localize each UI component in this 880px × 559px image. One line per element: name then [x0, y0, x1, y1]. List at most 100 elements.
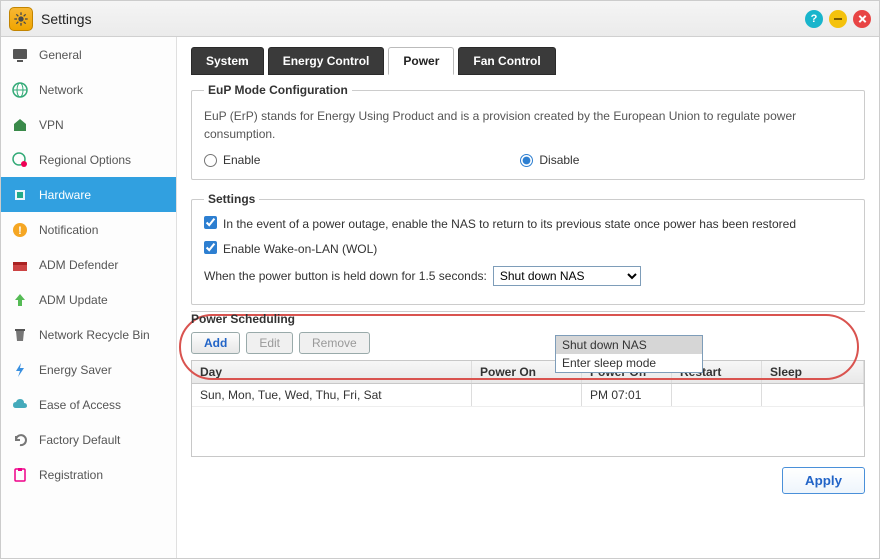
arrow-up-icon	[11, 291, 29, 309]
power-scheduling-section: Power Scheduling Add Edit Remove Day Pow…	[191, 311, 865, 457]
table-row[interactable]: Sun, Mon, Tue, Wed, Thu, Fri, Sat PM 07:…	[192, 384, 864, 407]
grid-body: Sun, Mon, Tue, Wed, Thu, Fri, Sat PM 07:…	[192, 384, 864, 456]
sidebar-item-label: Regional Options	[39, 153, 131, 167]
sidebar-item-vpn[interactable]: VPN	[1, 107, 176, 142]
eup-enable-radio[interactable]	[204, 154, 217, 167]
sidebar-item-recyclebin[interactable]: Network Recycle Bin	[1, 317, 176, 352]
sidebar-item-label: VPN	[39, 118, 64, 132]
outage-checkbox[interactable]	[204, 216, 217, 229]
sidebar-item-label: Energy Saver	[39, 363, 112, 377]
cell-day: Sun, Mon, Tue, Wed, Thu, Fri, Sat	[192, 384, 472, 406]
hold-action-dropdown-list: Shut down NAS Enter sleep mode	[555, 335, 703, 373]
minimize-button[interactable]	[829, 10, 847, 28]
footer: Apply	[191, 457, 865, 494]
sidebar-item-notification[interactable]: ! Notification	[1, 212, 176, 247]
window-title: Settings	[41, 11, 805, 27]
sidebar-item-regional[interactable]: Regional Options	[1, 142, 176, 177]
cell-power-on	[472, 384, 582, 406]
sidebar-item-general[interactable]: General	[1, 37, 176, 72]
eup-disable-label: Disable	[539, 153, 579, 167]
app-icon	[9, 7, 33, 31]
col-sleep[interactable]: Sleep	[762, 361, 864, 383]
scheduling-buttons: Add Edit Remove	[191, 332, 865, 354]
clipboard-icon	[11, 466, 29, 484]
power-scheduling-legend: Power Scheduling	[191, 311, 865, 326]
tab-system[interactable]: System	[191, 47, 264, 75]
hold-label: When the power button is held down for 1…	[204, 269, 487, 283]
col-day[interactable]: Day	[192, 361, 472, 383]
sidebar-item-label: Hardware	[39, 188, 91, 202]
sidebar-item-label: Ease of Access	[39, 398, 121, 412]
dropdown-option-sleep[interactable]: Enter sleep mode	[556, 354, 702, 372]
wol-row: Enable Wake-on-LAN (WOL)	[204, 241, 852, 258]
sidebar-item-label: Network	[39, 83, 83, 97]
monitor-icon	[11, 46, 29, 64]
scheduling-grid: Day Power On Power Off Restart Sleep Sun…	[191, 360, 865, 457]
close-button[interactable]	[853, 10, 871, 28]
sidebar: General Network VPN Regional Options Har…	[1, 37, 177, 558]
dropdown-option-shutdown[interactable]: Shut down NAS	[556, 336, 702, 354]
sidebar-item-label: ADM Defender	[39, 258, 118, 272]
apply-button[interactable]: Apply	[782, 467, 865, 494]
eup-enable-option[interactable]: Enable	[204, 153, 260, 167]
titlebar-actions: ?	[805, 10, 871, 28]
gear-icon	[13, 11, 29, 27]
outage-row: In the event of a power outage, enable t…	[204, 216, 852, 233]
sidebar-item-network[interactable]: Network	[1, 72, 176, 107]
grid-header: Day Power On Power Off Restart Sleep	[192, 361, 864, 384]
eup-description: EuP (ErP) stands for Energy Using Produc…	[204, 107, 852, 143]
body: General Network VPN Regional Options Har…	[1, 37, 879, 558]
undo-icon	[11, 431, 29, 449]
cell-restart	[672, 384, 762, 406]
chip-icon	[11, 186, 29, 204]
tab-energy-control[interactable]: Energy Control	[268, 47, 385, 75]
globe-icon	[11, 81, 29, 99]
eup-disable-radio[interactable]	[520, 154, 533, 167]
tab-fan-control[interactable]: Fan Control	[458, 47, 555, 75]
sidebar-item-label: Registration	[39, 468, 103, 482]
settings-window: Settings ? General Network VPN Regi	[0, 0, 880, 559]
sidebar-item-energysaver[interactable]: Energy Saver	[1, 352, 176, 387]
edit-button[interactable]: Edit	[246, 332, 293, 354]
eup-disable-option[interactable]: Disable	[520, 153, 579, 167]
main-panel: System Energy Control Power Fan Control …	[177, 37, 879, 558]
eup-radio-group: Enable Disable	[204, 153, 852, 167]
titlebar: Settings ?	[1, 1, 879, 37]
tab-power[interactable]: Power	[388, 47, 454, 75]
wol-label: Enable Wake-on-LAN (WOL)	[223, 241, 852, 258]
eup-legend: EuP Mode Configuration	[204, 83, 352, 97]
vpn-icon	[11, 116, 29, 134]
sidebar-item-label: Factory Default	[39, 433, 120, 447]
sidebar-item-update[interactable]: ADM Update	[1, 282, 176, 317]
bolt-icon	[11, 361, 29, 379]
svg-text:!: !	[18, 225, 22, 237]
sidebar-item-hardware[interactable]: Hardware	[1, 177, 176, 212]
sidebar-item-easeofaccess[interactable]: Ease of Access	[1, 387, 176, 422]
cell-sleep	[762, 384, 864, 406]
alert-icon: !	[11, 221, 29, 239]
power-button-hold-row: When the power button is held down for 1…	[204, 266, 852, 286]
sidebar-item-label: Notification	[39, 223, 98, 237]
cell-power-off: PM 07:01	[582, 384, 672, 406]
sidebar-item-label: Network Recycle Bin	[39, 328, 150, 342]
trash-icon	[11, 326, 29, 344]
sidebar-item-factorydefault[interactable]: Factory Default	[1, 422, 176, 457]
globe-pin-icon	[11, 151, 29, 169]
cloud-icon	[11, 396, 29, 414]
settings-fieldset: Settings In the event of a power outage,…	[191, 192, 865, 305]
remove-button[interactable]: Remove	[299, 332, 370, 354]
settings-legend: Settings	[204, 192, 259, 206]
sidebar-item-defender[interactable]: ADM Defender	[1, 247, 176, 282]
eup-fieldset: EuP Mode Configuration EuP (ErP) stands …	[191, 83, 865, 180]
outage-label: In the event of a power outage, enable t…	[223, 216, 852, 233]
tab-bar: System Energy Control Power Fan Control	[191, 47, 865, 75]
wol-checkbox[interactable]	[204, 241, 217, 254]
eup-enable-label: Enable	[223, 153, 260, 167]
firewall-icon	[11, 256, 29, 274]
sidebar-item-registration[interactable]: Registration	[1, 457, 176, 492]
hold-action-select[interactable]: Shut down NAS Enter sleep mode	[493, 266, 641, 286]
sidebar-item-label: ADM Update	[39, 293, 108, 307]
help-button[interactable]: ?	[805, 10, 823, 28]
add-button[interactable]: Add	[191, 332, 240, 354]
sidebar-item-label: General	[39, 48, 82, 62]
